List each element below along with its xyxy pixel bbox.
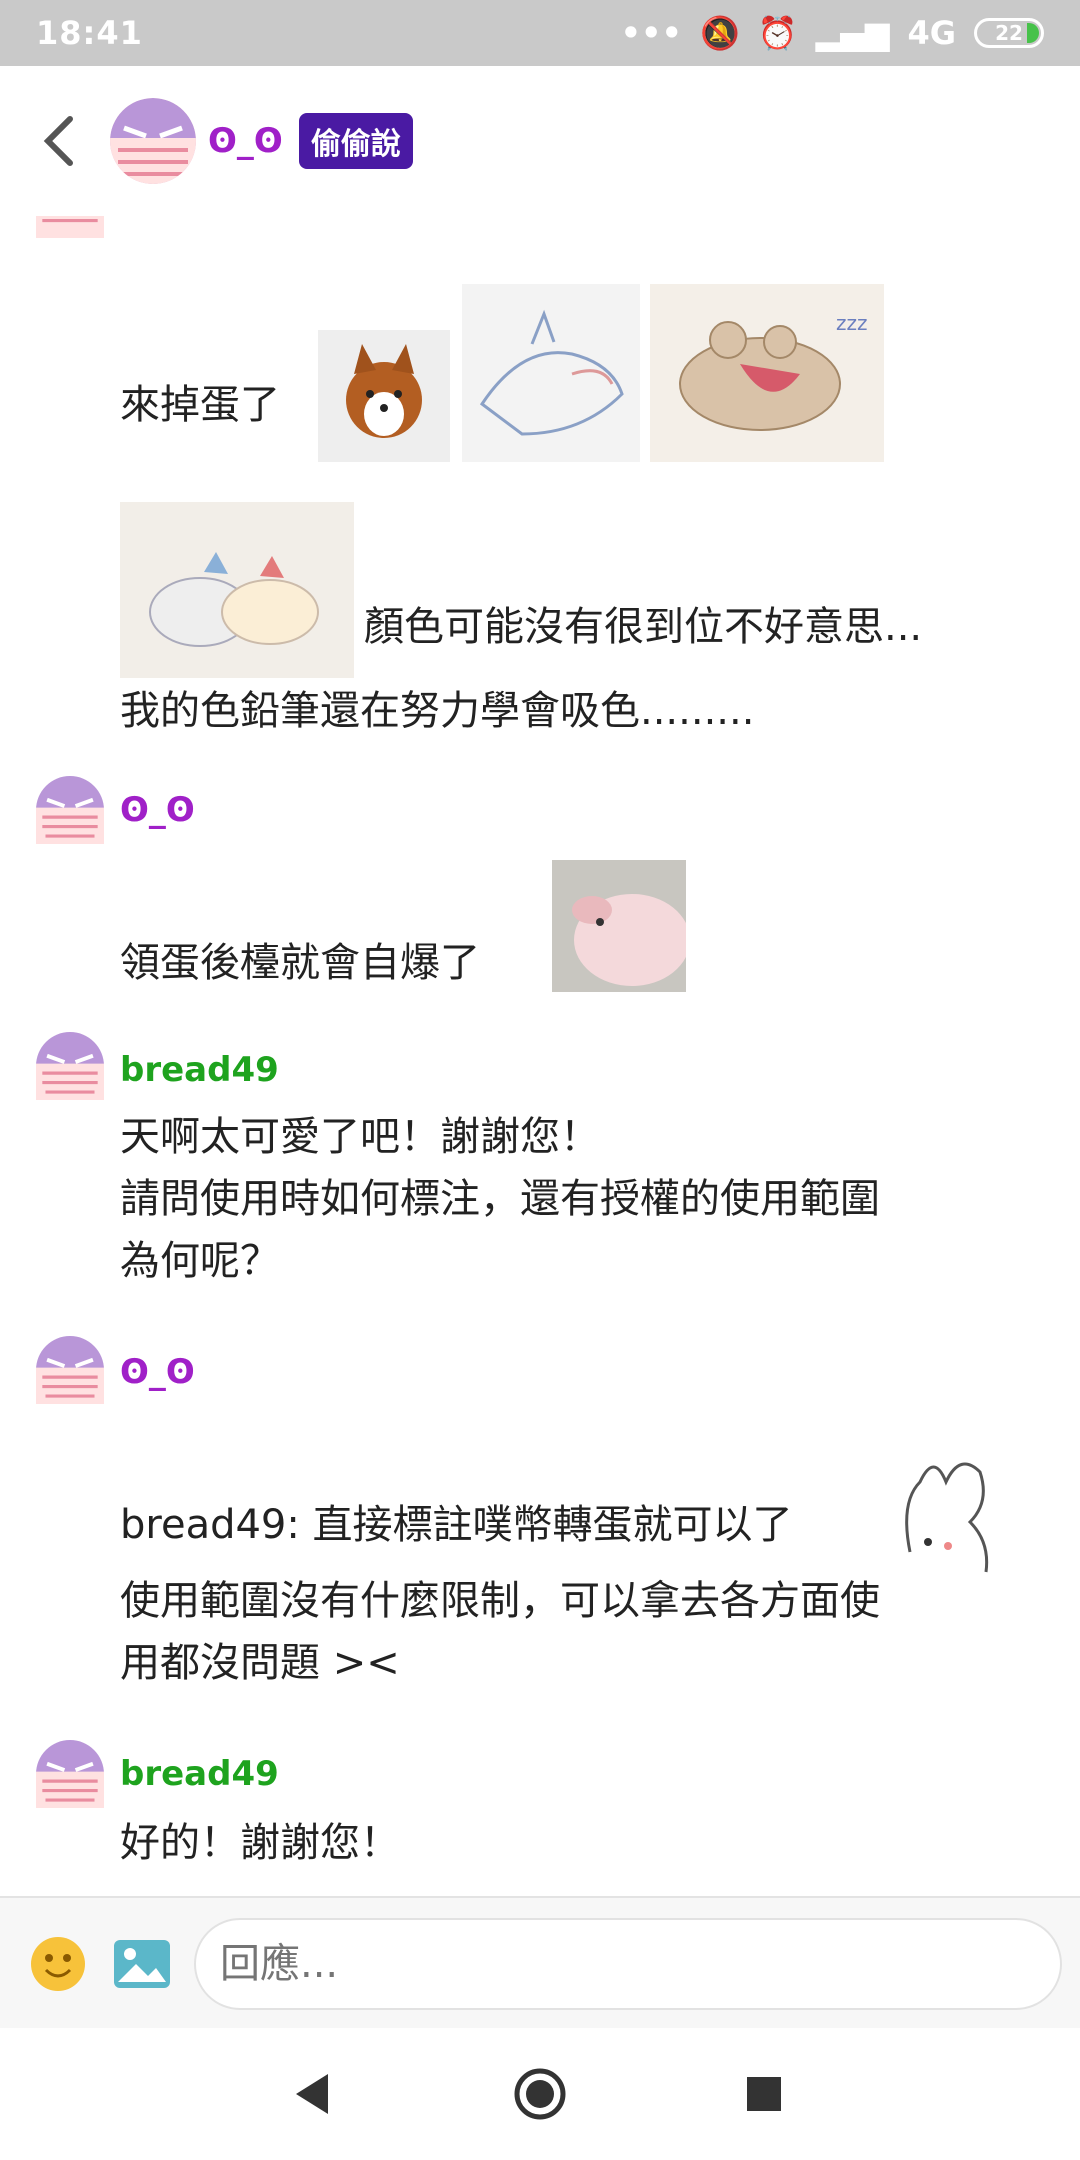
battery-level: 22 xyxy=(995,21,1023,45)
header-username[interactable]: ʘ_ʘ xyxy=(208,121,283,161)
avatar[interactable] xyxy=(36,776,104,848)
sender-name[interactable]: ʘ_ʘ xyxy=(120,1352,195,1392)
nav-recents-button[interactable] xyxy=(744,2064,784,2128)
message-text: 為何呢？ xyxy=(120,1238,280,1284)
message-text: 用都沒問題 >< xyxy=(120,1640,400,1686)
sender-name[interactable]: ʘ_ʘ xyxy=(120,790,195,830)
more-dots-icon: ••• xyxy=(620,14,682,52)
emoji-button[interactable] xyxy=(30,1936,86,1992)
message-text: bread49: 直接標註噗幣轉蛋就可以了 xyxy=(120,1502,793,1548)
masked-face-icon xyxy=(36,1336,104,1404)
sketch-image xyxy=(479,309,624,436)
avatar[interactable] xyxy=(36,1032,104,1104)
back-button[interactable] xyxy=(30,106,90,176)
home-circle-icon xyxy=(514,2068,566,2120)
reply-composer xyxy=(0,1896,1080,2028)
network-label: 4G xyxy=(907,14,956,52)
message-list[interactable]: 來掉蛋了 zzz 顏色可能沒有很到位不好意思... 我的色鉛筆還在努力學會吸色.… xyxy=(0,216,1080,1896)
sleeping-bear-sticker[interactable]: zzz xyxy=(650,284,884,462)
svg-text:zzz: zzz xyxy=(836,311,868,335)
chevron-left-icon xyxy=(43,116,73,166)
message-text: 請問使用時如何標注，還有授權的使用範圍 xyxy=(120,1176,880,1222)
bear-image: zzz xyxy=(679,311,868,431)
sender-name[interactable]: bread49 xyxy=(120,1050,279,1090)
bunny-image xyxy=(905,1462,989,1573)
cats-drawing-sticker[interactable] xyxy=(462,284,640,462)
status-bar: 18:41 ••• 🔕 ⏰ ▂▄▆ 4G 22 xyxy=(0,0,1080,66)
triangle-back-icon xyxy=(296,2074,328,2114)
masked-face-icon xyxy=(36,216,104,238)
pig-sticker[interactable] xyxy=(552,860,686,992)
anonymous-badge: 偷偷說 xyxy=(298,113,413,169)
image-upload-button[interactable] xyxy=(112,1936,172,1992)
signal-icon: ▂▄▆ xyxy=(815,14,890,52)
bunny-sticker[interactable] xyxy=(890,1442,1010,1574)
battery-icon: 22 xyxy=(974,18,1044,48)
masked-face-icon xyxy=(36,1032,104,1100)
nav-home-button[interactable] xyxy=(512,2064,568,2128)
corgi-sticker[interactable] xyxy=(318,330,450,462)
nav-back-button[interactable] xyxy=(292,2064,332,2128)
sender-name[interactable]: bread49 xyxy=(120,1754,279,1794)
hamsters-sticker[interactable] xyxy=(120,502,354,678)
message-text: 使用範圍沒有什麼限制，可以拿去各方面使 xyxy=(120,1578,880,1624)
masked-face-icon xyxy=(110,98,196,184)
square-recents-icon xyxy=(747,2077,781,2111)
avatar[interactable] xyxy=(36,1336,104,1408)
mute-bell-icon: 🔕 xyxy=(699,14,740,52)
message-text: 我的色鉛筆還在努力學會吸色......... xyxy=(120,688,755,734)
avatar xyxy=(36,216,104,242)
masked-face-icon xyxy=(36,1740,104,1808)
emoji-icon xyxy=(31,1937,85,1991)
message-text: 好的！謝謝您！ xyxy=(120,1820,400,1866)
image-icon xyxy=(114,1940,170,1988)
message-text: 天啊太可愛了吧！謝謝您！ xyxy=(120,1114,600,1160)
corgi-image xyxy=(346,344,422,438)
pig-image xyxy=(552,860,686,992)
system-nav-bar xyxy=(0,2028,1080,2160)
masked-face-icon xyxy=(36,776,104,844)
reply-input[interactable] xyxy=(194,1918,1062,2010)
avatar[interactable] xyxy=(36,1740,104,1812)
status-icons: ••• 🔕 ⏰ ▂▄▆ 4G 22 xyxy=(621,14,1044,52)
message-text: 顏色可能沒有很到位不好意思... xyxy=(364,604,923,650)
message-text: 領蛋後檯就會自爆了 xyxy=(120,940,480,986)
hamsters-image xyxy=(149,552,319,647)
alarm-icon: ⏰ xyxy=(757,14,798,52)
header-avatar[interactable] xyxy=(110,98,196,184)
chat-header: ʘ_ʘ 偷偷說 xyxy=(0,66,1080,216)
message-text: 來掉蛋了 xyxy=(120,382,280,428)
status-time: 18:41 xyxy=(36,14,143,52)
